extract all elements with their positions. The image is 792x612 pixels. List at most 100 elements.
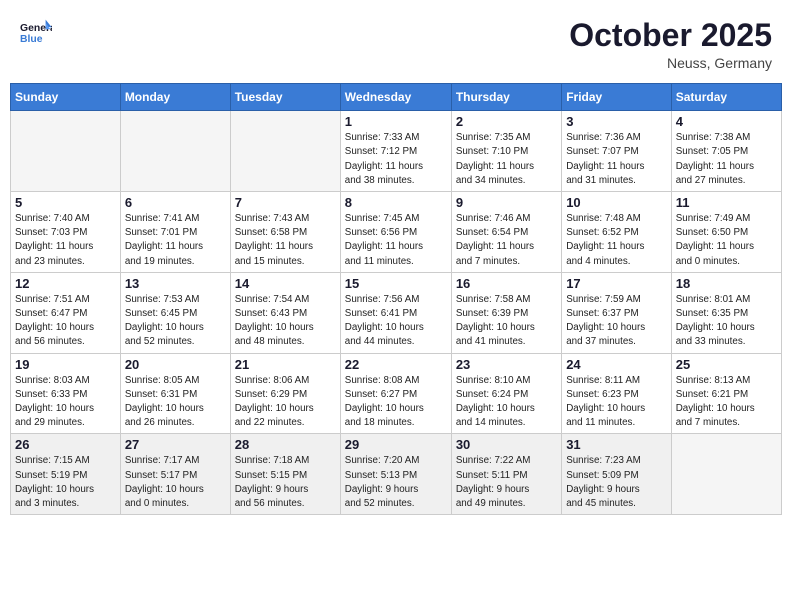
calendar-week-row: 5 Sunrise: 7:40 AMSunset: 7:03 PMDaylight…: [11, 192, 782, 273]
day-number: 30: [456, 437, 557, 452]
weekday-header: Saturday: [671, 84, 781, 111]
day-info: Sunrise: 8:10 AMSunset: 6:24 PMDaylight:…: [456, 374, 557, 431]
day-number: 20: [125, 357, 226, 372]
calendar-cell: 29 Sunrise: 7:20 AMSunset: 5:13 PMDayligh…: [340, 434, 451, 515]
day-info: Sunrise: 7:45 AMSunset: 6:56 PMDaylight:…: [345, 212, 447, 269]
day-info: Sunrise: 7:23 AMSunset: 5:09 PMDaylight:…: [566, 454, 667, 511]
day-number: 23: [456, 357, 557, 372]
weekday-header: Sunday: [11, 84, 121, 111]
day-info: Sunrise: 7:22 AMSunset: 5:11 PMDaylight:…: [456, 454, 557, 511]
calendar-cell: 19 Sunrise: 8:03 AMSunset: 6:33 PMDayligh…: [11, 353, 121, 434]
day-info: Sunrise: 7:54 AMSunset: 6:43 PMDaylight:…: [235, 293, 336, 350]
day-info: Sunrise: 7:33 AMSunset: 7:12 PMDaylight:…: [345, 131, 447, 188]
day-number: 11: [676, 195, 777, 210]
calendar-cell: 28 Sunrise: 7:18 AMSunset: 5:15 PMDayligh…: [230, 434, 340, 515]
calendar-cell: 6Sunrise: 7:41 AMSunset: 7:01 PMDaylight…: [120, 192, 230, 273]
calendar-cell: 24 Sunrise: 8:11 AMSunset: 6:23 PMDayligh…: [562, 353, 672, 434]
calendar-cell: 11 Sunrise: 7:49 AMSunset: 6:50 PMDayligh…: [671, 192, 781, 273]
day-number: 22: [345, 357, 447, 372]
weekday-header: Friday: [562, 84, 672, 111]
calendar-cell: 17 Sunrise: 7:59 AMSunset: 6:37 PMDayligh…: [562, 272, 672, 353]
day-info: Sunrise: 7:49 AMSunset: 6:50 PMDaylight:…: [676, 212, 777, 269]
page-header: General Blue October 2025 Neuss, Germany: [10, 10, 782, 75]
day-info: Sunrise: 7:15 AMSunset: 5:19 PMDaylight:…: [15, 454, 116, 511]
calendar-cell: 10Sunrise: 7:48 AMSunset: 6:52 PMDayligh…: [562, 192, 672, 273]
day-number: 10: [566, 195, 667, 210]
day-info: Sunrise: 7:43 AMSunset: 6:58 PMDaylight:…: [235, 212, 336, 269]
day-number: 3: [566, 114, 667, 129]
title-block: October 2025 Neuss, Germany: [569, 18, 772, 71]
day-info: Sunrise: 7:17 AMSunset: 5:17 PMDaylight:…: [125, 454, 226, 511]
calendar-cell: 25 Sunrise: 8:13 AMSunset: 6:21 PMDayligh…: [671, 353, 781, 434]
weekday-header: Thursday: [451, 84, 561, 111]
calendar-cell: 4 Sunrise: 7:38 AMSunset: 7:05 PMDaylight…: [671, 111, 781, 192]
location: Neuss, Germany: [569, 55, 772, 71]
calendar-cell: 14 Sunrise: 7:54 AMSunset: 6:43 PMDayligh…: [230, 272, 340, 353]
calendar-cell: 13Sunrise: 7:53 AMSunset: 6:45 PMDayligh…: [120, 272, 230, 353]
calendar-cell: 5 Sunrise: 7:40 AMSunset: 7:03 PMDaylight…: [11, 192, 121, 273]
calendar-cell: 31 Sunrise: 7:23 AMSunset: 5:09 PMDayligh…: [562, 434, 672, 515]
weekday-header-row: SundayMondayTuesdayWednesdayThursdayFrid…: [11, 84, 782, 111]
calendar-cell: 1Sunrise: 7:33 AMSunset: 7:12 PMDaylight…: [340, 111, 451, 192]
svg-text:Blue: Blue: [20, 34, 43, 45]
day-number: 31: [566, 437, 667, 452]
day-info: Sunrise: 7:58 AMSunset: 6:39 PMDaylight:…: [456, 293, 557, 350]
day-number: 25: [676, 357, 777, 372]
day-info: Sunrise: 8:13 AMSunset: 6:21 PMDaylight:…: [676, 374, 777, 431]
day-info: Sunrise: 7:59 AMSunset: 6:37 PMDaylight:…: [566, 293, 667, 350]
day-number: 18: [676, 276, 777, 291]
day-number: 4: [676, 114, 777, 129]
calendar-cell: 15 Sunrise: 7:56 AMSunset: 6:41 PMDayligh…: [340, 272, 451, 353]
calendar-week-row: 1Sunrise: 7:33 AMSunset: 7:12 PMDaylight…: [11, 111, 782, 192]
calendar-week-row: 19 Sunrise: 8:03 AMSunset: 6:33 PMDayligh…: [11, 353, 782, 434]
day-info: Sunrise: 8:11 AMSunset: 6:23 PMDaylight:…: [566, 374, 667, 431]
day-info: Sunrise: 8:08 AMSunset: 6:27 PMDaylight:…: [345, 374, 447, 431]
calendar-cell: 23 Sunrise: 8:10 AMSunset: 6:24 PMDayligh…: [451, 353, 561, 434]
calendar-cell: 20Sunrise: 8:05 AMSunset: 6:31 PMDayligh…: [120, 353, 230, 434]
calendar-cell: [230, 111, 340, 192]
day-info: Sunrise: 8:01 AMSunset: 6:35 PMDaylight:…: [676, 293, 777, 350]
calendar-cell: 9 Sunrise: 7:46 AMSunset: 6:54 PMDaylight…: [451, 192, 561, 273]
day-number: 29: [345, 437, 447, 452]
calendar-cell: 2 Sunrise: 7:35 AMSunset: 7:10 PMDaylight…: [451, 111, 561, 192]
day-info: Sunrise: 7:35 AMSunset: 7:10 PMDaylight:…: [456, 131, 557, 188]
day-number: 28: [235, 437, 336, 452]
weekday-header: Tuesday: [230, 84, 340, 111]
day-info: Sunrise: 7:40 AMSunset: 7:03 PMDaylight:…: [15, 212, 116, 269]
day-number: 19: [15, 357, 116, 372]
calendar-cell: 12 Sunrise: 7:51 AMSunset: 6:47 PMDayligh…: [11, 272, 121, 353]
day-info: Sunrise: 7:51 AMSunset: 6:47 PMDaylight:…: [15, 293, 116, 350]
day-info: Sunrise: 7:20 AMSunset: 5:13 PMDaylight:…: [345, 454, 447, 511]
weekday-header: Wednesday: [340, 84, 451, 111]
logo: General Blue: [20, 18, 52, 46]
day-info: Sunrise: 7:46 AMSunset: 6:54 PMDaylight:…: [456, 212, 557, 269]
calendar-cell: 3Sunrise: 7:36 AMSunset: 7:07 PMDaylight…: [562, 111, 672, 192]
calendar-week-row: 12 Sunrise: 7:51 AMSunset: 6:47 PMDayligh…: [11, 272, 782, 353]
calendar-cell: 26Sunrise: 7:15 AMSunset: 5:19 PMDayligh…: [11, 434, 121, 515]
day-number: 17: [566, 276, 667, 291]
day-number: 2: [456, 114, 557, 129]
day-number: 15: [345, 276, 447, 291]
calendar-cell: [11, 111, 121, 192]
day-number: 21: [235, 357, 336, 372]
day-info: Sunrise: 7:18 AMSunset: 5:15 PMDaylight:…: [235, 454, 336, 511]
day-number: 5: [15, 195, 116, 210]
day-number: 24: [566, 357, 667, 372]
day-number: 9: [456, 195, 557, 210]
calendar-cell: 8Sunrise: 7:45 AMSunset: 6:56 PMDaylight…: [340, 192, 451, 273]
calendar-cell: 7 Sunrise: 7:43 AMSunset: 6:58 PMDaylight…: [230, 192, 340, 273]
day-info: Sunrise: 7:56 AMSunset: 6:41 PMDaylight:…: [345, 293, 447, 350]
calendar-cell: 21Sunrise: 8:06 AMSunset: 6:29 PMDayligh…: [230, 353, 340, 434]
calendar-cell: 18 Sunrise: 8:01 AMSunset: 6:35 PMDayligh…: [671, 272, 781, 353]
day-info: Sunrise: 7:38 AMSunset: 7:05 PMDaylight:…: [676, 131, 777, 188]
calendar-cell: 27 Sunrise: 7:17 AMSunset: 5:17 PMDayligh…: [120, 434, 230, 515]
day-number: 27: [125, 437, 226, 452]
day-number: 12: [15, 276, 116, 291]
calendar-cell: [671, 434, 781, 515]
weekday-header: Monday: [120, 84, 230, 111]
day-info: Sunrise: 8:03 AMSunset: 6:33 PMDaylight:…: [15, 374, 116, 431]
day-number: 14: [235, 276, 336, 291]
day-number: 6: [125, 195, 226, 210]
logo-icon: General Blue: [20, 18, 52, 46]
day-number: 7: [235, 195, 336, 210]
